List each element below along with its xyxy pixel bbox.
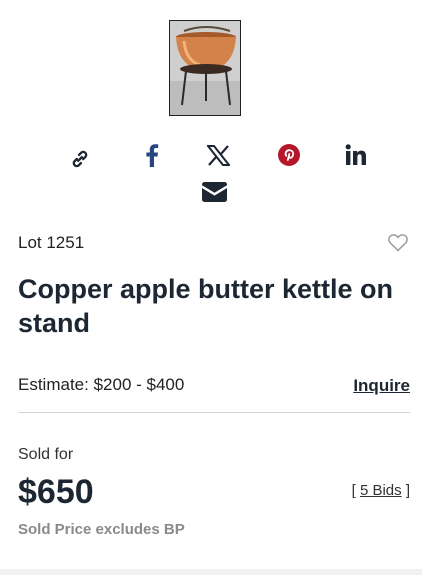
facebook-icon[interactable] (142, 143, 162, 172)
buyers-premium-note: Sold Price excludes BP (18, 521, 185, 538)
email-icon[interactable] (202, 182, 227, 207)
favorite-heart-icon[interactable] (388, 234, 408, 252)
bracket-close: ] (405, 482, 410, 499)
sold-price: $650 (18, 473, 94, 511)
share-bar (0, 140, 422, 220)
estimate-text: Estimate: $200 - $400 (18, 375, 185, 394)
kettle-image (170, 21, 240, 115)
pinterest-icon[interactable] (277, 143, 301, 172)
bottom-bar (0, 569, 422, 575)
lot-number: Lot 1251 (18, 233, 85, 252)
sold-label: Sold for (18, 446, 74, 463)
lot-title: Copper apple butter kettle on stand (18, 274, 394, 338)
lot-thumbnail[interactable] (169, 20, 241, 116)
divider (18, 412, 410, 413)
link-icon[interactable] (69, 148, 91, 175)
bids-link[interactable]: 5 Bids (360, 482, 402, 499)
x-icon[interactable] (205, 145, 232, 171)
bracket-open: [ (351, 482, 356, 499)
linkedin-icon[interactable] (345, 144, 367, 171)
inquire-link[interactable]: Inquire (353, 376, 410, 396)
bids-link-group: [ 5 Bids ] (352, 482, 410, 499)
